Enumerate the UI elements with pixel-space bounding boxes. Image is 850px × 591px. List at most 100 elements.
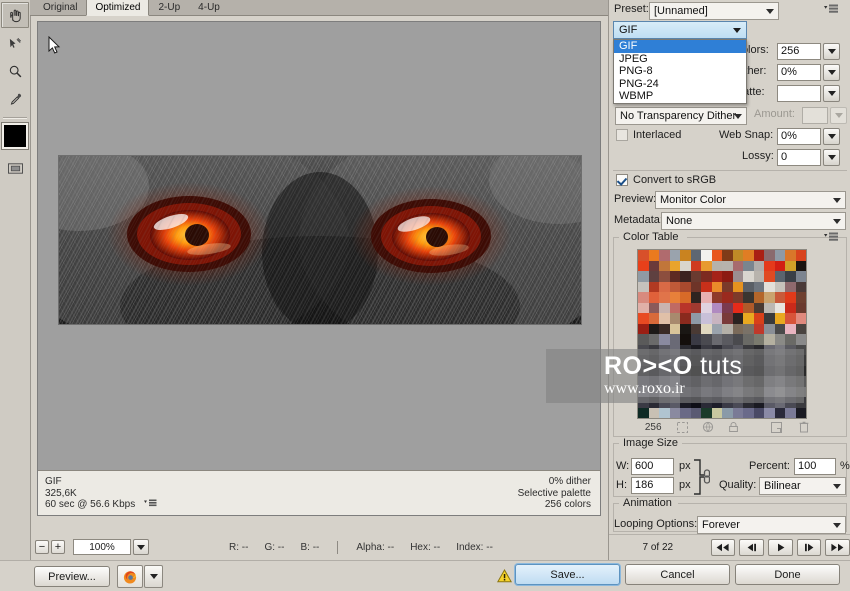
color-swatch[interactable] <box>722 334 733 345</box>
color-swatch[interactable] <box>785 365 796 376</box>
color-swatch[interactable] <box>648 407 659 418</box>
color-swatch[interactable] <box>743 355 754 366</box>
color-swatch[interactable] <box>711 313 722 324</box>
color-swatch[interactable] <box>764 313 775 324</box>
color-swatch[interactable] <box>774 313 785 324</box>
color-swatch[interactable] <box>669 365 680 376</box>
color-swatch[interactable] <box>648 334 659 345</box>
color-swatch[interactable] <box>774 260 785 271</box>
color-swatch[interactable] <box>774 281 785 292</box>
color-swatch[interactable] <box>669 323 680 334</box>
zoom-level-dropdown-button[interactable] <box>133 539 149 555</box>
settings-panel-menu-icon[interactable] <box>824 4 839 15</box>
color-swatch[interactable] <box>701 323 712 334</box>
toggle-slices-visibility-button[interactable] <box>1 155 29 181</box>
lossy-dropdown-button[interactable] <box>823 149 840 166</box>
hand-tool[interactable] <box>1 2 29 28</box>
color-swatch[interactable] <box>690 407 701 418</box>
color-table-swatch-grid[interactable] <box>637 249 807 419</box>
color-swatch[interactable] <box>785 313 796 324</box>
color-swatch[interactable] <box>669 397 680 408</box>
color-swatch[interactable] <box>638 302 649 313</box>
web-shift-icon[interactable] <box>702 420 714 434</box>
color-swatch[interactable] <box>774 397 785 408</box>
color-swatch[interactable] <box>659 281 670 292</box>
metadata-combo[interactable]: None <box>661 212 846 230</box>
color-swatch[interactable] <box>638 344 649 355</box>
color-swatch[interactable] <box>764 250 775 261</box>
color-swatch[interactable] <box>795 365 806 376</box>
color-swatch[interactable] <box>743 271 754 282</box>
color-swatch[interactable] <box>785 250 796 261</box>
browser-select-dropdown-button[interactable] <box>144 565 163 588</box>
color-swatch[interactable] <box>638 323 649 334</box>
color-swatch[interactable] <box>774 292 785 303</box>
color-swatch[interactable] <box>743 365 754 376</box>
interlaced-checkbox-row[interactable]: Interlaced <box>616 129 681 141</box>
color-swatch[interactable] <box>774 376 785 387</box>
color-swatch[interactable] <box>711 292 722 303</box>
color-swatch[interactable] <box>795 355 806 366</box>
color-swatch[interactable] <box>785 397 796 408</box>
color-swatch[interactable] <box>795 281 806 292</box>
color-swatch[interactable] <box>764 323 775 334</box>
color-swatch[interactable] <box>659 313 670 324</box>
color-swatch[interactable] <box>701 281 712 292</box>
color-swatch[interactable] <box>711 344 722 355</box>
color-swatch[interactable] <box>669 344 680 355</box>
previous-frame-button[interactable] <box>739 538 764 556</box>
color-swatch[interactable] <box>669 302 680 313</box>
constrain-proportions-control[interactable] <box>693 458 711 499</box>
color-swatch[interactable] <box>690 250 701 261</box>
color-swatch[interactable] <box>732 292 743 303</box>
color-table-menu-icon[interactable] <box>824 232 839 243</box>
slice-select-tool[interactable] <box>1 30 29 56</box>
color-swatch[interactable] <box>764 281 775 292</box>
color-swatch[interactable] <box>669 355 680 366</box>
color-swatch[interactable] <box>732 334 743 345</box>
color-swatch[interactable] <box>711 281 722 292</box>
color-swatch[interactable] <box>648 281 659 292</box>
color-swatch[interactable] <box>722 386 733 397</box>
file-format-selected-value[interactable]: GIF <box>613 21 747 39</box>
height-field[interactable]: 186 <box>631 477 674 494</box>
dither-field[interactable]: 0% <box>777 64 821 81</box>
color-swatch[interactable] <box>753 376 764 387</box>
color-swatch[interactable] <box>659 302 670 313</box>
warning-icon[interactable] <box>496 568 513 586</box>
color-swatch[interactable] <box>774 323 785 334</box>
tab-optimized[interactable]: Optimized <box>86 0 150 16</box>
color-swatch[interactable] <box>743 344 754 355</box>
color-swatch[interactable] <box>764 376 775 387</box>
interlaced-checkbox[interactable] <box>616 129 628 141</box>
color-swatch[interactable] <box>774 407 785 418</box>
color-swatch[interactable] <box>701 344 712 355</box>
color-swatch[interactable] <box>743 397 754 408</box>
looping-options-combo[interactable]: Forever <box>697 516 846 534</box>
color-swatch[interactable] <box>732 376 743 387</box>
color-swatch[interactable] <box>785 386 796 397</box>
color-swatch[interactable] <box>701 376 712 387</box>
color-swatch[interactable] <box>680 292 691 303</box>
color-swatch[interactable] <box>795 334 806 345</box>
color-swatch[interactable] <box>795 313 806 324</box>
color-swatch[interactable] <box>659 271 670 282</box>
color-swatch[interactable] <box>701 292 712 303</box>
color-swatch[interactable] <box>753 407 764 418</box>
firefox-icon[interactable] <box>117 565 143 588</box>
color-swatch[interactable] <box>774 355 785 366</box>
color-swatch[interactable] <box>732 250 743 261</box>
color-swatch[interactable] <box>722 344 733 355</box>
color-swatch[interactable] <box>690 260 701 271</box>
color-swatch[interactable] <box>690 323 701 334</box>
color-swatch[interactable] <box>764 407 775 418</box>
color-swatch[interactable] <box>732 386 743 397</box>
color-swatch[interactable] <box>722 355 733 366</box>
color-swatch[interactable] <box>690 313 701 324</box>
color-swatch[interactable] <box>638 376 649 387</box>
color-swatch[interactable] <box>680 323 691 334</box>
color-swatch[interactable] <box>774 344 785 355</box>
color-swatch[interactable] <box>648 313 659 324</box>
color-swatch[interactable] <box>732 313 743 324</box>
preview-mode-combo[interactable]: Monitor Color <box>655 191 846 209</box>
